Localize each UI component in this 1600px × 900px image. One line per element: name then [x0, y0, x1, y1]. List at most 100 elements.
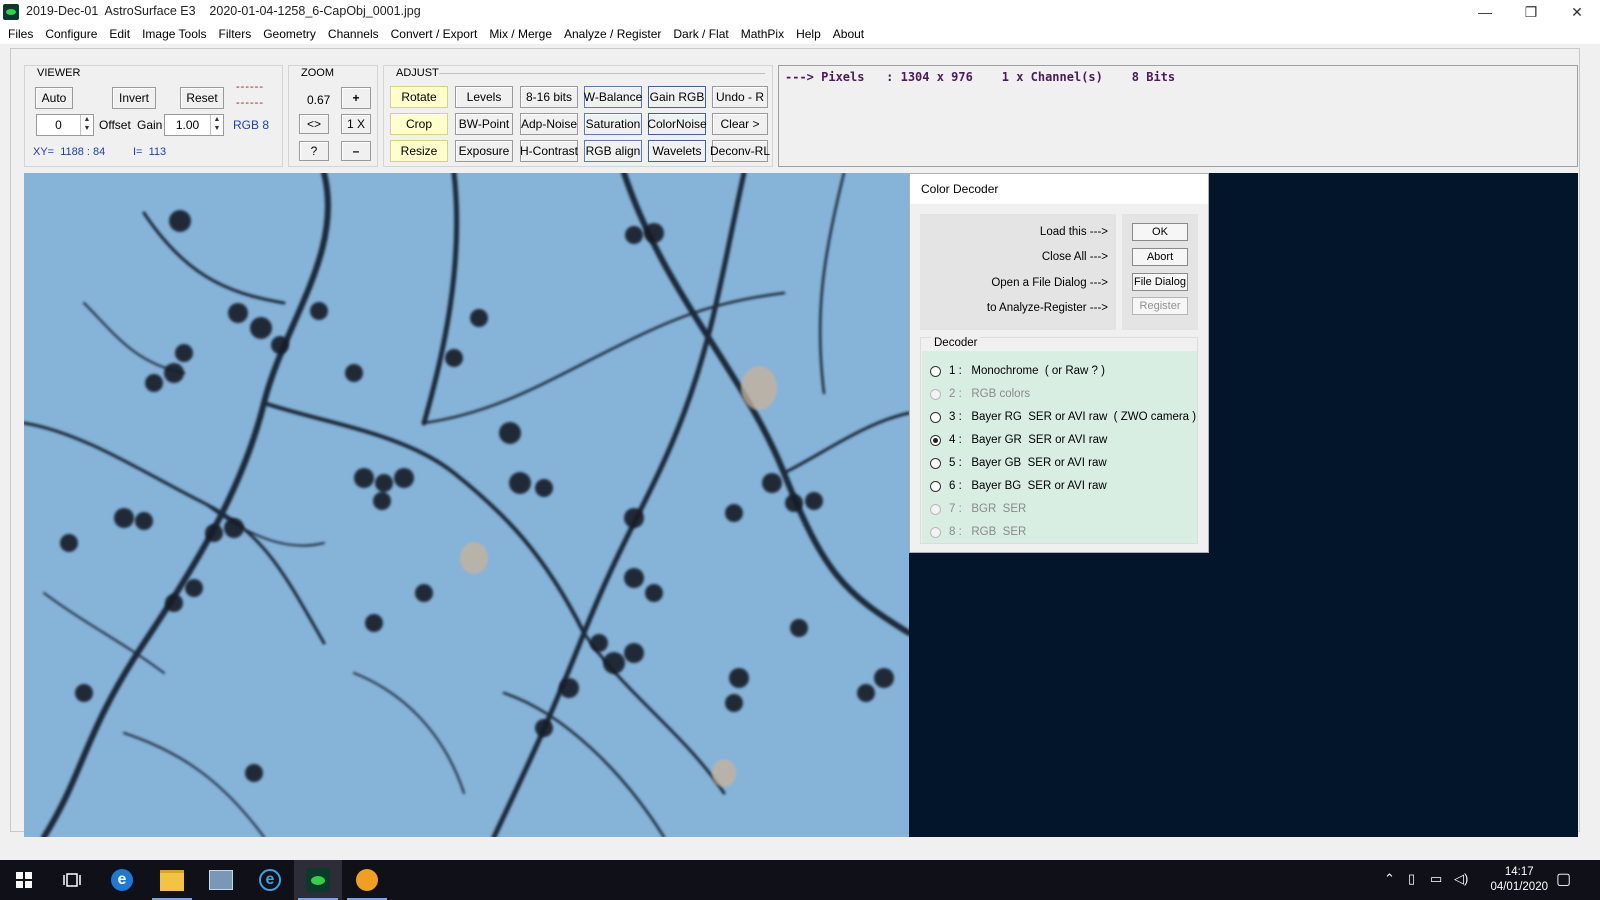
dialog-title-bar[interactable]: Color Decoder [910, 174, 1208, 204]
menu-convert-export[interactable]: Convert / Export [385, 27, 484, 41]
wavelets-button[interactable]: Wavelets [648, 140, 706, 162]
deconvolution-button[interactable]: Deconv-RL [710, 140, 770, 162]
indicator-dash-1: ------ [236, 81, 264, 93]
zoom-help-button[interactable]: ? [299, 141, 329, 161]
zoom-value: 0.67 [307, 93, 331, 107]
option-label: 8 : RGB SER [949, 526, 1027, 538]
h-contrast-button[interactable]: H-Contrast [520, 140, 578, 162]
decoder-option-bayer-gr[interactable]: 4 : Bayer GR SER or AVI raw [930, 434, 1107, 446]
rgb-align-button[interactable]: RGB align [584, 140, 642, 162]
bit-depth-button[interactable]: 8-16 bits [520, 86, 578, 108]
indicator-dash-2: ------ [236, 97, 264, 109]
abort-button[interactable]: Abort [1132, 248, 1188, 266]
radio-checked-icon[interactable] [930, 434, 941, 446]
spin-arrows-icon[interactable]: ▲ ▼ [210, 115, 223, 135]
astrosurface-icon[interactable] [294, 860, 342, 900]
zoom-panel: ZOOM 0.67 + <> 1 X ? – [288, 65, 378, 167]
intensity-readout: I= 113 [133, 146, 167, 158]
menu-files[interactable]: Files [2, 27, 39, 41]
task-view-icon[interactable] [48, 860, 96, 900]
crop-button[interactable]: Crop [390, 113, 448, 135]
title-bar: 2019-Dec-01 AstroSurface E3 2020-01-04-1… [0, 0, 1600, 24]
resize-button[interactable]: Resize [390, 140, 448, 162]
menu-dark-flat[interactable]: Dark / Flat [667, 27, 734, 41]
zoom-out-button[interactable]: – [341, 141, 371, 161]
windows-start-icon[interactable] [0, 860, 48, 900]
menu-filters[interactable]: Filters [213, 27, 258, 41]
menu-help[interactable]: Help [790, 27, 827, 41]
notifications-icon[interactable]: ▢ [1556, 869, 1571, 889]
radio-icon[interactable] [930, 411, 941, 423]
menu-image-tools[interactable]: Image Tools [136, 27, 212, 41]
usb-device-icon[interactable]: ▯ [1408, 871, 1415, 887]
offset-value: 0 [55, 118, 62, 132]
clock-time: 14:17 [1504, 866, 1534, 878]
decoder-option-rgb-colors: 2 : RGB colors [930, 388, 1030, 400]
action-labels-box: Load this ---> Close All ---> Open a Fil… [920, 214, 1116, 330]
menu-analyze-register[interactable]: Analyze / Register [558, 27, 667, 41]
gain-rgb-button[interactable]: Gain RGB [648, 86, 706, 108]
zoom-fit-button[interactable]: <> [299, 114, 329, 134]
zoom-in-button[interactable]: + [341, 87, 371, 109]
spin-arrows-icon[interactable]: ▲ ▼ [80, 115, 93, 135]
reset-button[interactable]: Reset [180, 87, 224, 109]
exposure-button[interactable]: Exposure [455, 140, 513, 162]
undo-button[interactable]: Undo - R [712, 86, 768, 108]
edge-icon[interactable]: e [98, 860, 146, 900]
decoder-option-bayer-gb[interactable]: 5 : Bayer GB SER or AVI raw [930, 457, 1107, 469]
adjust-panel: ADJUST Rotate Levels 8-16 bits W-Balance… [383, 65, 773, 167]
clear-button[interactable]: Clear > [712, 113, 768, 135]
menu-edit[interactable]: Edit [103, 27, 136, 41]
bw-point-button[interactable]: BW-Point [455, 113, 513, 135]
control-panel-icon[interactable] [197, 860, 245, 900]
close-button[interactable]: ✕ [1554, 0, 1600, 24]
dialog-title: Color Decoder [921, 182, 999, 196]
volume-icon[interactable]: ◁) [1454, 871, 1468, 887]
network-icon[interactable]: ▭ [1430, 871, 1442, 887]
menu-channels[interactable]: Channels [322, 27, 385, 41]
rotate-button[interactable]: Rotate [390, 86, 448, 108]
radio-icon[interactable] [930, 480, 941, 492]
file-dialog-button[interactable]: File Dialog [1132, 273, 1188, 291]
clock-date: 04/01/2020 [1490, 881, 1548, 893]
minimize-button[interactable]: — [1462, 0, 1508, 24]
menu-geometry[interactable]: Geometry [257, 27, 322, 41]
window-title: 2019-Dec-01 AstroSurface E3 2020-01-04-1… [26, 4, 421, 18]
image-info-panel: ---> Pixels : 1304 x 976 1 x Channel(s) … [778, 65, 1578, 167]
color-noise-button[interactable]: ColorNoise [647, 113, 707, 135]
viewer-panel: VIEWER Auto Invert Reset ------ ------ 0… [24, 65, 283, 167]
decoder-option-bayer-rg[interactable]: 3 : Bayer RG SER or AVI raw ( ZWO camera… [930, 411, 1196, 423]
radio-icon [930, 503, 941, 515]
image-canvas[interactable] [24, 173, 909, 837]
close-all-label: Close All ---> [1041, 251, 1108, 263]
radio-icon[interactable] [930, 365, 941, 377]
gain-stepper[interactable]: 1.00 ▲ ▼ [164, 114, 224, 136]
dialog-buttons-box: OK Abort File Dialog Register [1122, 214, 1198, 330]
invert-button[interactable]: Invert [112, 87, 156, 109]
menu-mix-merge[interactable]: Mix / Merge [483, 27, 558, 41]
radio-icon[interactable] [930, 457, 941, 469]
taskbar-clock[interactable]: 14:17 04/01/2020 [1490, 865, 1548, 895]
show-hidden-icons-icon[interactable]: ⌃ [1384, 871, 1395, 887]
cursor-xy-readout: XY= 1188 : 84 [33, 146, 106, 158]
internet-explorer-icon[interactable]: e [246, 860, 294, 900]
offset-stepper[interactable]: 0 ▲ ▼ [36, 114, 94, 136]
saturation-button[interactable]: Saturation [584, 113, 642, 135]
pixels-info: ---> Pixels : 1304 x 976 1 x Channel(s) … [785, 70, 1176, 84]
menu-about[interactable]: About [827, 27, 870, 41]
decoder-option-bayer-bg[interactable]: 6 : Bayer BG SER or AVI raw [930, 480, 1107, 492]
color-decoder-dialog: Color Decoder Load this ---> Close All -… [909, 173, 1209, 553]
gain-value: 1.00 [175, 118, 200, 132]
menu-configure[interactable]: Configure [39, 27, 103, 41]
levels-button[interactable]: Levels [455, 86, 513, 108]
zoom-1x-button[interactable]: 1 X [341, 114, 371, 134]
restore-button[interactable]: ❐ [1508, 0, 1554, 24]
adaptive-noise-button[interactable]: Adp-Noise [520, 113, 578, 135]
decoder-option-monochrome[interactable]: 1 : Monochrome ( or Raw ? ) [930, 365, 1105, 377]
white-balance-button[interactable]: W-Balance [584, 86, 642, 108]
file-explorer-icon[interactable] [148, 860, 196, 900]
auto-button[interactable]: Auto [35, 87, 73, 109]
menu-mathpix[interactable]: MathPix [735, 27, 790, 41]
ok-button[interactable]: OK [1132, 223, 1188, 241]
autostakkert-icon[interactable] [343, 860, 391, 900]
